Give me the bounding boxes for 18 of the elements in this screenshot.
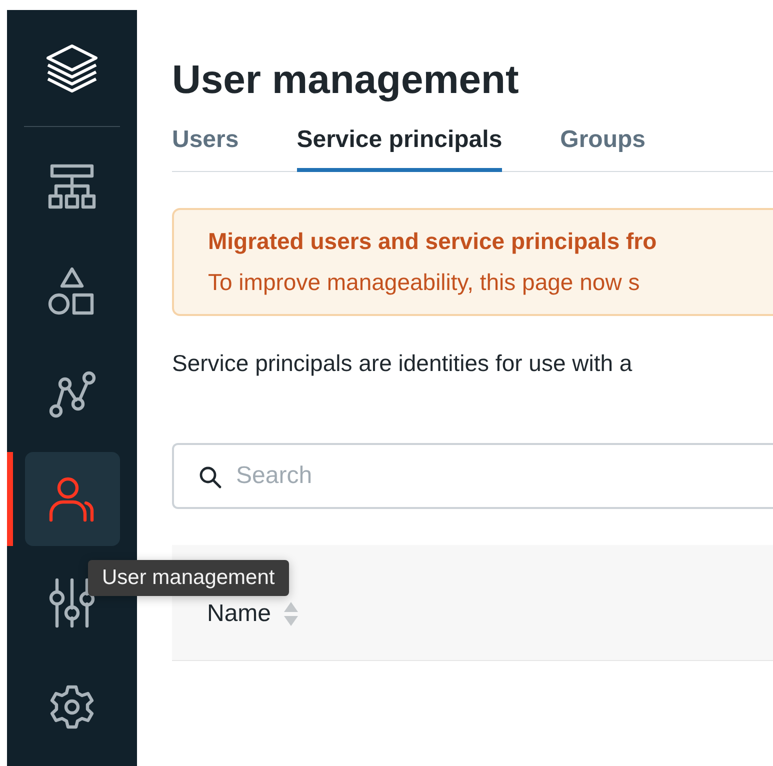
hierarchy-icon [47,164,97,210]
user-icon [48,475,96,523]
sliders-icon [49,578,95,628]
graph-icon [47,370,97,420]
settings-icon [49,684,95,730]
tooltip: User management [88,560,289,596]
description-text: Service principals are identities for use with a [172,350,632,377]
tab[interactable]: Service principals [296,116,502,172]
tab[interactable]: Users [172,116,239,172]
sidebar-item[interactable] [24,452,120,546]
search-icon [198,465,222,489]
column-header[interactable]: Name [207,600,272,628]
banner-text: To improve manageability, this page now s [208,269,640,296]
stacked-layers-logo [45,43,99,93]
search-field[interactable]: Search [172,443,773,509]
page-title: User management [172,57,519,104]
banner-title: Migrated users and service principals fro [208,228,657,255]
tab[interactable]: Groups [560,116,646,172]
